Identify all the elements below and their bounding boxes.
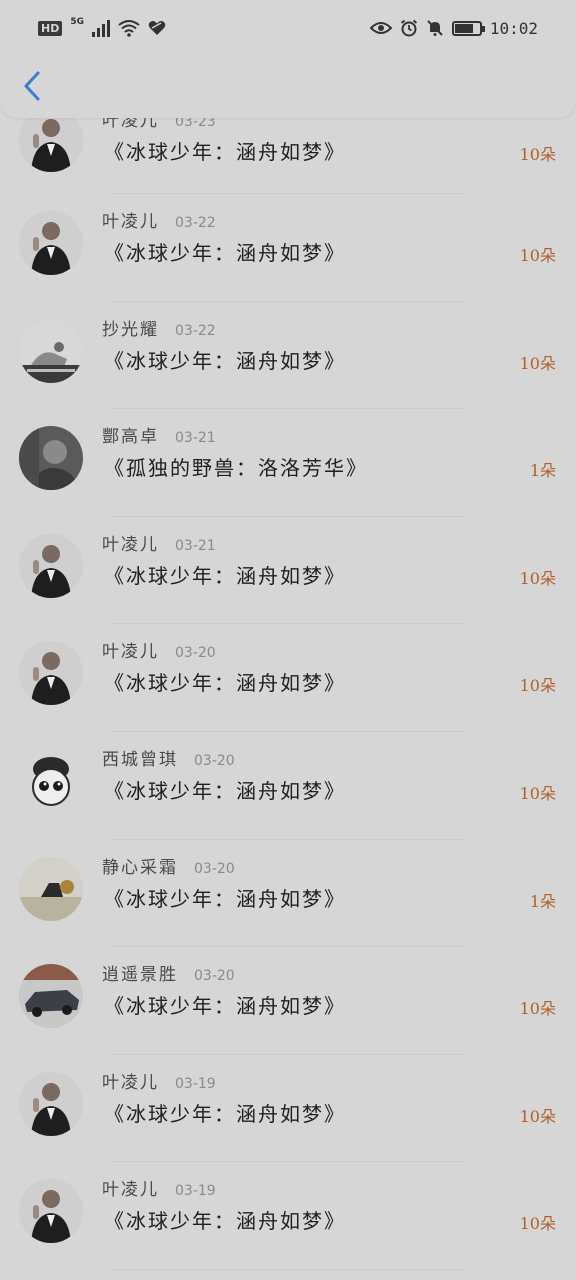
record-date: 03-20	[194, 968, 235, 985]
book-title: 《冰球少年：涵舟如梦》	[104, 348, 346, 373]
list-item[interactable]: 静心采霜 03-20 《冰球少年：涵舟如梦》 1朵	[0, 840, 576, 948]
avatar	[19, 1179, 83, 1244]
list-item[interactable]: 叶凌儿 03-21 《冰球少年：涵舟如梦》 10朵	[0, 517, 576, 625]
record-date: 03-21	[175, 430, 216, 447]
gift-count: 10朵	[519, 568, 556, 588]
record-date: 03-19	[175, 1075, 216, 1092]
header-bar	[0, 46, 576, 118]
user-name: 酆高卓	[102, 427, 159, 448]
user-name: 西城曾琪	[102, 749, 178, 770]
record-date: 03-19	[175, 1183, 216, 1200]
bell-muted-icon	[427, 20, 443, 36]
gift-count: 10朵	[519, 783, 556, 803]
gift-count: 10朵	[519, 1214, 556, 1234]
record-date: 03-22	[175, 322, 216, 339]
battery-icon	[451, 20, 485, 36]
status-right: 10:02	[369, 18, 538, 38]
book-title: 《冰球少年：涵舟如梦》	[104, 140, 346, 164]
name-line: 叶凌儿 03-22	[102, 207, 216, 232]
name-line: 逍遥景胜 03-20	[102, 960, 235, 985]
book-title: 《孤独的野兽：洛洛芳华》	[104, 456, 368, 481]
gift-count: 10朵	[519, 145, 556, 164]
heart-icon	[148, 21, 166, 35]
avatar	[19, 211, 83, 275]
network-type: 5G	[70, 17, 84, 27]
user-name: 逍遥景胜	[102, 965, 178, 986]
user-name: 叶凌儿	[102, 642, 159, 663]
name-line: 抄光耀 03-22	[102, 315, 216, 340]
list-item[interactable]: 抄光耀 03-22 《冰球少年：涵舟如梦》 10朵	[0, 302, 576, 410]
book-title: 《冰球少年：涵舟如梦》	[104, 886, 346, 911]
wifi-icon	[118, 20, 140, 37]
list-item[interactable]: 叶凌儿 03-20 《冰球少年：涵舟如梦》 10朵	[0, 624, 576, 732]
user-name: 叶凌儿	[102, 212, 159, 232]
gift-count: 10朵	[519, 999, 556, 1019]
gift-count: 1朵	[529, 461, 556, 481]
avatar	[19, 533, 83, 598]
user-name: 静心采霜	[102, 857, 178, 878]
avatar	[19, 964, 83, 1029]
list-item[interactable]: 叶凌儿 03-22 《冰球少年：涵舟如梦》 10朵	[0, 194, 576, 302]
user-name: 抄光耀	[102, 319, 159, 340]
chevron-left-icon	[24, 71, 40, 101]
status-time: 10:02	[489, 18, 538, 38]
book-title: 《冰球少年：涵舟如梦》	[104, 778, 346, 803]
gift-count: 10朵	[519, 353, 556, 373]
name-line: 叶凌儿 03-21	[102, 530, 216, 555]
eye-icon	[369, 22, 392, 34]
record-date: 03-21	[175, 537, 216, 554]
record-date: 03-20	[175, 645, 216, 662]
avatar	[19, 426, 83, 491]
name-line: 叶凌儿 03-19	[102, 1175, 216, 1200]
hd-badge: HD	[38, 20, 63, 36]
gift-count: 1朵	[529, 891, 556, 911]
avatar	[19, 1071, 83, 1136]
avatar	[19, 748, 83, 813]
avatar	[19, 318, 83, 383]
list-item[interactable]: 酆高卓 03-21 《孤独的野兽：洛洛芳华》 1朵	[0, 409, 576, 517]
signal-icon	[92, 19, 110, 37]
book-title: 《冰球少年：涵舟如梦》	[104, 994, 346, 1019]
status-left: HD 5G	[38, 17, 166, 37]
name-line: 叶凌儿 03-20	[102, 637, 216, 662]
book-title: 《冰球少年：涵舟如梦》	[104, 1209, 346, 1234]
user-name: 叶凌儿	[102, 1180, 159, 1201]
avatar	[19, 856, 83, 921]
alarm-icon	[400, 19, 417, 37]
gift-count: 10朵	[519, 676, 556, 696]
book-title: 《冰球少年：涵舟如梦》	[104, 671, 346, 696]
book-title: 《冰球少年：涵舟如梦》	[104, 1101, 346, 1126]
user-name: 叶凌儿	[102, 1072, 159, 1093]
list-item[interactable]: 西城曾琪 03-20 《冰球少年：涵舟如梦》 10朵	[0, 732, 576, 840]
user-name: 叶凌儿	[102, 534, 159, 555]
back-button[interactable]	[16, 66, 48, 106]
list-item[interactable]: 叶凌儿 03-19 《冰球少年：涵舟如梦》 10朵	[0, 1055, 576, 1163]
divider	[110, 1268, 466, 1270]
name-line: 西城曾琪 03-20	[102, 745, 235, 770]
name-line: 叶凌儿 03-19	[102, 1068, 216, 1093]
name-line: 静心采霜 03-20	[102, 853, 235, 878]
list-item[interactable]: 逍遥景胜 03-20 《冰球少年：涵舟如梦》 10朵	[0, 947, 576, 1055]
list-item[interactable]: 叶凌儿 03-19 《冰球少年：涵舟如梦》 10朵	[0, 1162, 576, 1270]
record-date: 03-20	[194, 860, 235, 877]
book-title: 《冰球少年：涵舟如梦》	[104, 563, 346, 588]
book-title: 《冰球少年：涵舟如梦》	[104, 241, 346, 265]
record-date: 03-20	[194, 752, 235, 769]
record-date: 03-22	[175, 215, 216, 231]
gift-count: 10朵	[519, 246, 556, 265]
gift-count: 10朵	[519, 1106, 556, 1126]
name-line: 酆高卓 03-21	[102, 422, 216, 447]
gift-record-list: 叶凌儿 03-23 《冰球少年：涵舟如梦》 10朵 叶凌儿 03-22 《冰球少…	[0, 103, 576, 1270]
avatar	[19, 641, 83, 706]
